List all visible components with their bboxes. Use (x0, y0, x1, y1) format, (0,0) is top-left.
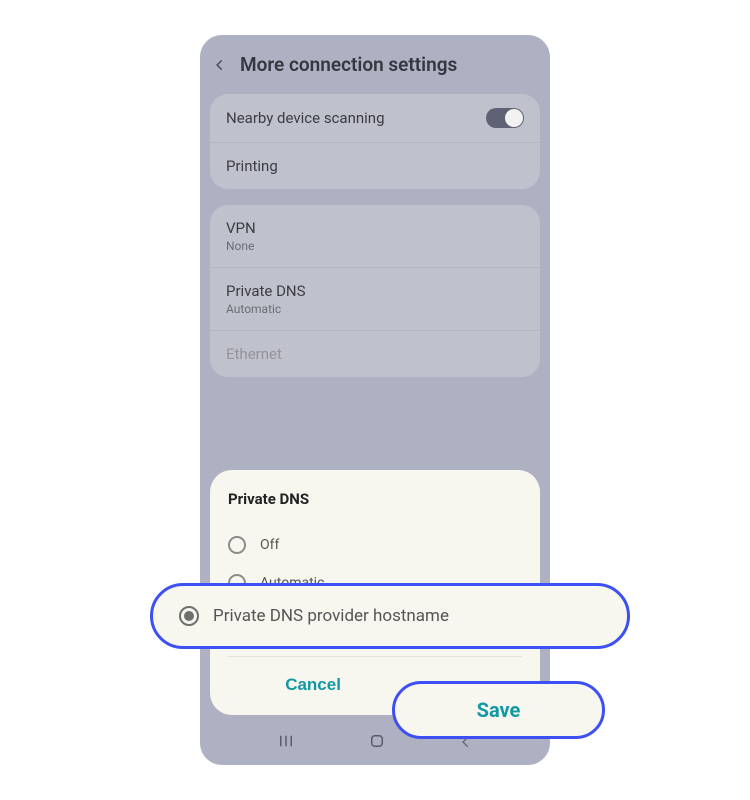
phone-frame: More connection settings Nearby device s… (200, 35, 550, 765)
save-label: Save (477, 698, 521, 722)
save-button[interactable]: Save (392, 681, 605, 739)
radio-selected-icon (179, 606, 199, 626)
dialog-title: Private DNS (228, 490, 522, 508)
vpn-label: VPN (226, 219, 256, 237)
cancel-button[interactable]: Cancel (265, 669, 361, 701)
row-vpn[interactable]: VPN None (210, 205, 540, 268)
page-title: More connection settings (240, 53, 457, 76)
option-off-label: Off (260, 537, 279, 553)
pdns-sub: Automatic (226, 302, 306, 316)
back-icon[interactable] (210, 55, 230, 75)
nearby-toggle[interactable] (486, 108, 524, 128)
option-off[interactable]: Off (228, 526, 522, 564)
row-nearby-scanning[interactable]: Nearby device scanning (210, 94, 540, 143)
home-icon[interactable] (368, 732, 386, 754)
printing-label: Printing (226, 157, 278, 175)
row-ethernet: Ethernet (210, 331, 540, 377)
section-2: VPN None Private DNS Automatic Ethernet (210, 205, 540, 377)
ethernet-label: Ethernet (226, 345, 282, 363)
vpn-sub: None (226, 239, 256, 253)
section-1: Nearby device scanning Printing (210, 94, 540, 189)
row-private-dns[interactable]: Private DNS Automatic (210, 268, 540, 331)
nearby-label: Nearby device scanning (226, 109, 385, 127)
option-provider-hostname[interactable]: Private DNS provider hostname (150, 583, 630, 649)
radio-icon (228, 536, 246, 554)
recents-icon[interactable] (277, 732, 295, 754)
option-host-label: Private DNS provider hostname (213, 606, 449, 626)
header: More connection settings (200, 35, 550, 94)
pdns-label: Private DNS (226, 282, 306, 300)
row-printing[interactable]: Printing (210, 143, 540, 189)
